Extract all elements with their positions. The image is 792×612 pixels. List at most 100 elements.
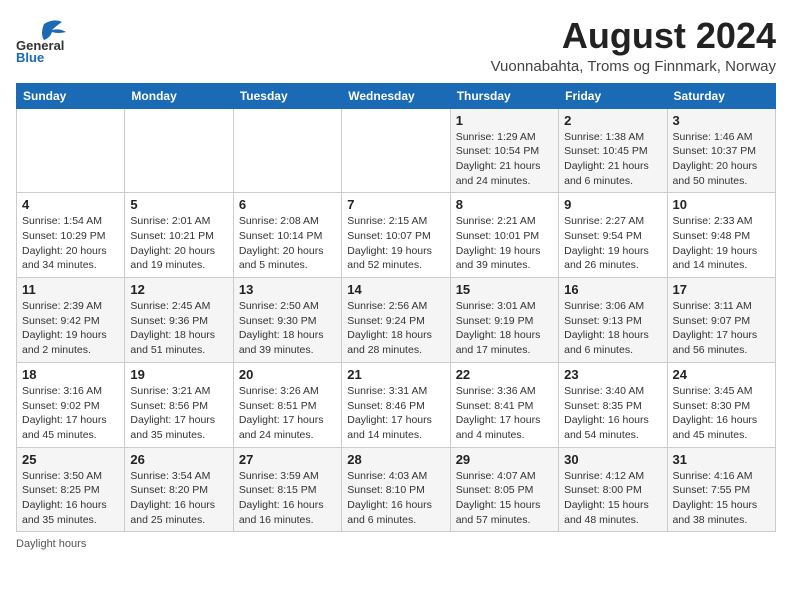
day-number: 3 <box>673 113 770 128</box>
calendar-cell-w5d3: 27 Sunrise: 3:59 AM Sunset: 8:15 PM Dayli… <box>233 447 341 532</box>
day-info: Sunrise: 2:08 AM Sunset: 10:14 PM Daylig… <box>239 214 336 273</box>
day-number: 16 <box>564 282 661 297</box>
calendar-cell-w2d6: 9 Sunrise: 2:27 AM Sunset: 9:54 PM Daylig… <box>559 193 667 278</box>
col-saturday: Saturday <box>667 83 775 108</box>
day-info: Sunrise: 3:40 AM Sunset: 8:35 PM Dayligh… <box>564 384 661 443</box>
footer-note: Daylight hours <box>16 538 776 550</box>
day-number: 17 <box>673 282 770 297</box>
day-number: 1 <box>456 113 553 128</box>
day-number: 21 <box>347 367 444 382</box>
day-info: Sunrise: 2:27 AM Sunset: 9:54 PM Dayligh… <box>564 214 661 273</box>
day-info: Sunrise: 1:54 AM Sunset: 10:29 PM Daylig… <box>22 214 119 273</box>
day-info: Sunrise: 3:45 AM Sunset: 8:30 PM Dayligh… <box>673 384 770 443</box>
calendar-cell-w5d7: 31Sunrise: 4:16 AM Sunset: 7:55 PM Dayli… <box>667 447 775 532</box>
day-number: 22 <box>456 367 553 382</box>
day-number: 20 <box>239 367 336 382</box>
day-info: Sunrise: 3:59 AM Sunset: 8:15 PM Dayligh… <box>239 469 336 528</box>
calendar-cell-w3d7: 17 Sunrise: 3:11 AM Sunset: 9:07 PM Dayli… <box>667 278 775 363</box>
calendar-cell-w2d5: 8 Sunrise: 2:21 AM Sunset: 10:01 PM Dayli… <box>450 193 558 278</box>
calendar-cell-w3d4: 14 Sunrise: 2:56 AM Sunset: 9:24 PM Dayli… <box>342 278 450 363</box>
day-info: Sunrise: 3:54 AM Sunset: 8:20 PM Dayligh… <box>130 469 227 528</box>
day-info: Sunrise: 2:45 AM Sunset: 9:36 PM Dayligh… <box>130 299 227 358</box>
day-number: 12 <box>130 282 227 297</box>
week-row-4: 18Sunrise: 3:16 AM Sunset: 9:02 PM Dayli… <box>17 362 776 447</box>
calendar-cell-w1d3 <box>233 108 341 193</box>
calendar-cell-w4d3: 20 Sunrise: 3:26 AM Sunset: 8:51 PM Dayli… <box>233 362 341 447</box>
day-number: 27 <box>239 452 336 467</box>
title-area: August 2024 Vuonnabahta, Troms og Finnma… <box>491 16 776 75</box>
calendar-cell-w3d1: 11 Sunrise: 2:39 AM Sunset: 9:42 PM Dayli… <box>17 278 125 363</box>
day-number: 6 <box>239 197 336 212</box>
day-info: Sunrise: 2:01 AM Sunset: 10:21 PM Daylig… <box>130 214 227 273</box>
day-info: Sunrise: 1:46 AM Sunset: 10:37 PM Daylig… <box>673 130 770 189</box>
day-info: Sunrise: 3:26 AM Sunset: 8:51 PM Dayligh… <box>239 384 336 443</box>
day-number: 25 <box>22 452 119 467</box>
day-info: Sunrise: 1:38 AM Sunset: 10:45 PM Daylig… <box>564 130 661 189</box>
calendar-cell-w5d2: 26 Sunrise: 3:54 AM Sunset: 8:20 PM Dayli… <box>125 447 233 532</box>
day-number: 8 <box>456 197 553 212</box>
main-title: August 2024 <box>491 16 776 56</box>
day-number: 10 <box>673 197 770 212</box>
week-row-5: 25 Sunrise: 3:50 AM Sunset: 8:25 PM Dayli… <box>17 447 776 532</box>
day-number: 9 <box>564 197 661 212</box>
day-number: 5 <box>130 197 227 212</box>
calendar: Sunday Monday Tuesday Wednesday Thursday… <box>16 83 776 533</box>
calendar-cell-w5d4: 28 Sunrise: 4:03 AM Sunset: 8:10 PM Dayli… <box>342 447 450 532</box>
day-info: Sunrise: 2:21 AM Sunset: 10:01 PM Daylig… <box>456 214 553 273</box>
day-info: Sunrise: 2:50 AM Sunset: 9:30 PM Dayligh… <box>239 299 336 358</box>
calendar-cell-w4d4: 21 Sunrise: 3:31 AM Sunset: 8:46 PM Dayli… <box>342 362 450 447</box>
day-info: Sunrise: 3:50 AM Sunset: 8:25 PM Dayligh… <box>22 469 119 528</box>
calendar-cell-w1d5: 1 Sunrise: 1:29 AM Sunset: 10:54 PM Dayli… <box>450 108 558 193</box>
day-info: Sunrise: 1:29 AM Sunset: 10:54 PM Daylig… <box>456 130 553 189</box>
calendar-cell-w4d6: 23Sunrise: 3:40 AM Sunset: 8:35 PM Dayli… <box>559 362 667 447</box>
col-thursday: Thursday <box>450 83 558 108</box>
day-number: 13 <box>239 282 336 297</box>
day-number: 26 <box>130 452 227 467</box>
calendar-cell-w2d1: 4 Sunrise: 1:54 AM Sunset: 10:29 PM Dayli… <box>17 193 125 278</box>
day-number: 15 <box>456 282 553 297</box>
day-number: 11 <box>22 282 119 297</box>
calendar-cell-w5d1: 25 Sunrise: 3:50 AM Sunset: 8:25 PM Dayli… <box>17 447 125 532</box>
day-number: 2 <box>564 113 661 128</box>
day-info: Sunrise: 4:12 AM Sunset: 8:00 PM Dayligh… <box>564 469 661 528</box>
day-number: 14 <box>347 282 444 297</box>
calendar-header-row: Sunday Monday Tuesday Wednesday Thursday… <box>17 83 776 108</box>
calendar-cell-w4d7: 24Sunrise: 3:45 AM Sunset: 8:30 PM Dayli… <box>667 362 775 447</box>
header: General Blue August 2024 Vuonnabahta, Tr… <box>16 16 776 75</box>
day-info: Sunrise: 3:01 AM Sunset: 9:19 PM Dayligh… <box>456 299 553 358</box>
day-info: Sunrise: 4:16 AM Sunset: 7:55 PM Dayligh… <box>673 469 770 528</box>
calendar-cell-w2d7: 10Sunrise: 2:33 AM Sunset: 9:48 PM Dayli… <box>667 193 775 278</box>
subtitle: Vuonnabahta, Troms og Finnmark, Norway <box>491 58 776 75</box>
day-info: Sunrise: 3:21 AM Sunset: 8:56 PM Dayligh… <box>130 384 227 443</box>
calendar-cell-w5d6: 30Sunrise: 4:12 AM Sunset: 8:00 PM Dayli… <box>559 447 667 532</box>
day-info: Sunrise: 3:31 AM Sunset: 8:46 PM Dayligh… <box>347 384 444 443</box>
day-info: Sunrise: 4:03 AM Sunset: 8:10 PM Dayligh… <box>347 469 444 528</box>
logo: General Blue <box>16 16 72 62</box>
calendar-cell-w1d4 <box>342 108 450 193</box>
day-number: 7 <box>347 197 444 212</box>
calendar-cell-w2d4: 7Sunrise: 2:15 AM Sunset: 10:07 PM Dayli… <box>342 193 450 278</box>
calendar-cell-w3d2: 12 Sunrise: 2:45 AM Sunset: 9:36 PM Dayli… <box>125 278 233 363</box>
svg-text:Blue: Blue <box>16 50 44 62</box>
col-monday: Monday <box>125 83 233 108</box>
week-row-2: 4 Sunrise: 1:54 AM Sunset: 10:29 PM Dayli… <box>17 193 776 278</box>
col-tuesday: Tuesday <box>233 83 341 108</box>
day-info: Sunrise: 3:11 AM Sunset: 9:07 PM Dayligh… <box>673 299 770 358</box>
calendar-cell-w1d6: 2 Sunrise: 1:38 AM Sunset: 10:45 PM Dayli… <box>559 108 667 193</box>
calendar-cell-w4d1: 18Sunrise: 3:16 AM Sunset: 9:02 PM Dayli… <box>17 362 125 447</box>
calendar-cell-w3d5: 15 Sunrise: 3:01 AM Sunset: 9:19 PM Dayli… <box>450 278 558 363</box>
day-info: Sunrise: 2:39 AM Sunset: 9:42 PM Dayligh… <box>22 299 119 358</box>
week-row-1: 1 Sunrise: 1:29 AM Sunset: 10:54 PM Dayli… <box>17 108 776 193</box>
day-info: Sunrise: 2:56 AM Sunset: 9:24 PM Dayligh… <box>347 299 444 358</box>
day-info: Sunrise: 3:36 AM Sunset: 8:41 PM Dayligh… <box>456 384 553 443</box>
day-number: 4 <box>22 197 119 212</box>
col-wednesday: Wednesday <box>342 83 450 108</box>
calendar-cell-w4d5: 22 Sunrise: 3:36 AM Sunset: 8:41 PM Dayli… <box>450 362 558 447</box>
day-info: Sunrise: 4:07 AM Sunset: 8:05 PM Dayligh… <box>456 469 553 528</box>
page-container: General Blue August 2024 Vuonnabahta, Tr… <box>16 16 776 550</box>
day-info: Sunrise: 3:06 AM Sunset: 9:13 PM Dayligh… <box>564 299 661 358</box>
col-sunday: Sunday <box>17 83 125 108</box>
calendar-cell-w2d2: 5 Sunrise: 2:01 AM Sunset: 10:21 PM Dayli… <box>125 193 233 278</box>
day-number: 28 <box>347 452 444 467</box>
logo-icon: General Blue <box>16 16 68 62</box>
